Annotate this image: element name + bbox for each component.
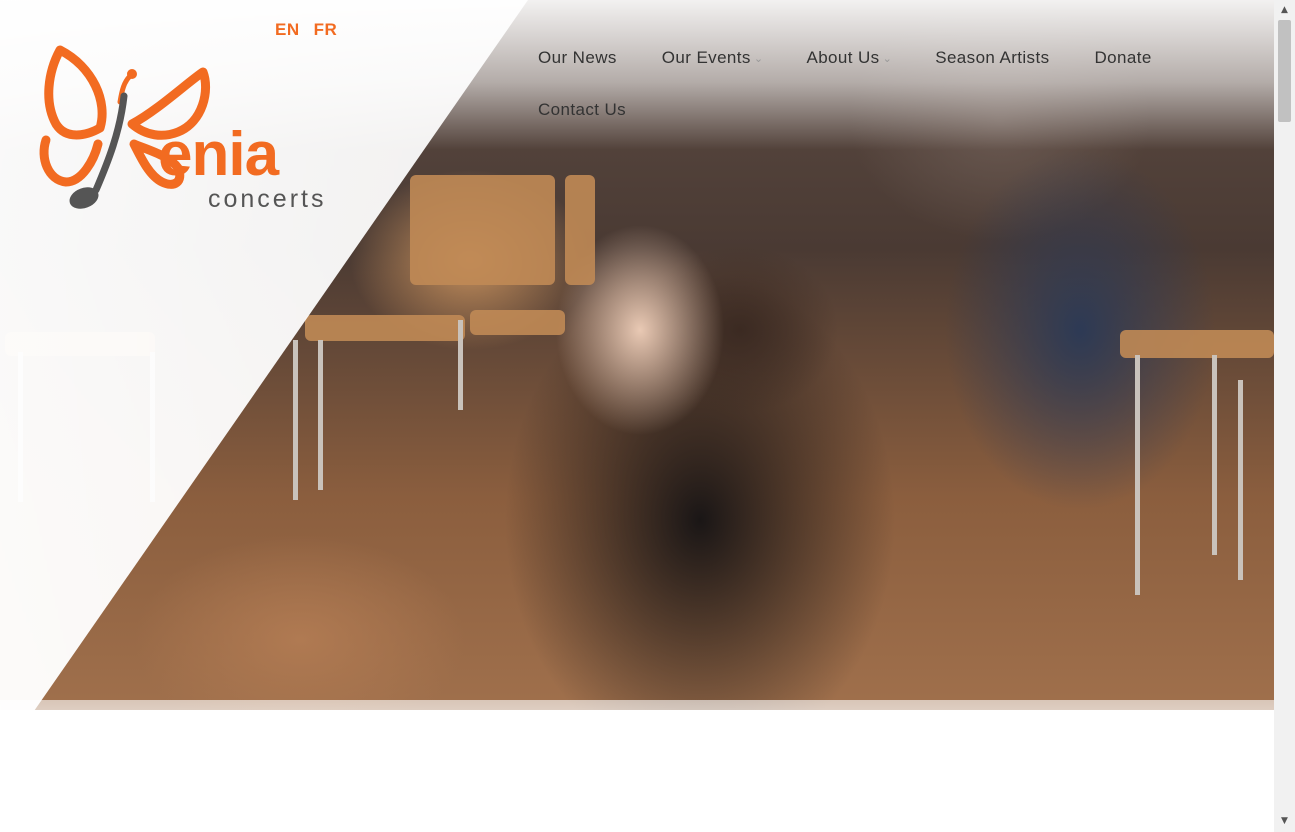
- nav-season-artists[interactable]: Season Artists: [935, 48, 1049, 68]
- scrollbar-thumb[interactable]: [1278, 20, 1291, 122]
- main-navigation: Our News Our Events ⌄ About Us ⌄ Season Ar…: [538, 44, 1238, 124]
- hero-bottom-fade: [0, 700, 1274, 790]
- logo-wordmark: enia: [158, 120, 279, 189]
- nav-our-news-label: Our News: [538, 48, 617, 67]
- nav-about-us-label: About Us: [806, 48, 880, 67]
- nav-our-events[interactable]: Our Events ⌄: [662, 48, 764, 68]
- nav-donate-label: Donate: [1094, 48, 1152, 67]
- chevron-down-icon: ⌄: [882, 52, 893, 65]
- nav-our-news[interactable]: Our News: [538, 48, 617, 68]
- scroll-up-arrow-icon[interactable]: ▲: [1274, 2, 1295, 19]
- nav-contact-us-label: Contact Us: [538, 100, 627, 119]
- page-scrollbar[interactable]: ▲ ▼: [1274, 0, 1295, 832]
- site-logo[interactable]: enia concerts: [38, 32, 350, 214]
- scroll-down-arrow-icon[interactable]: ▼: [1274, 813, 1295, 830]
- nav-contact-us[interactable]: Contact Us: [538, 100, 626, 120]
- nav-about-us[interactable]: About Us ⌄: [806, 48, 892, 68]
- nav-our-events-label: Our Events: [661, 48, 751, 67]
- logo-subtitle: concerts: [208, 185, 327, 213]
- nav-season-artists-label: Season Artists: [935, 48, 1050, 67]
- nav-donate[interactable]: Donate: [1094, 48, 1151, 68]
- chevron-down-icon: ⌄: [753, 52, 764, 65]
